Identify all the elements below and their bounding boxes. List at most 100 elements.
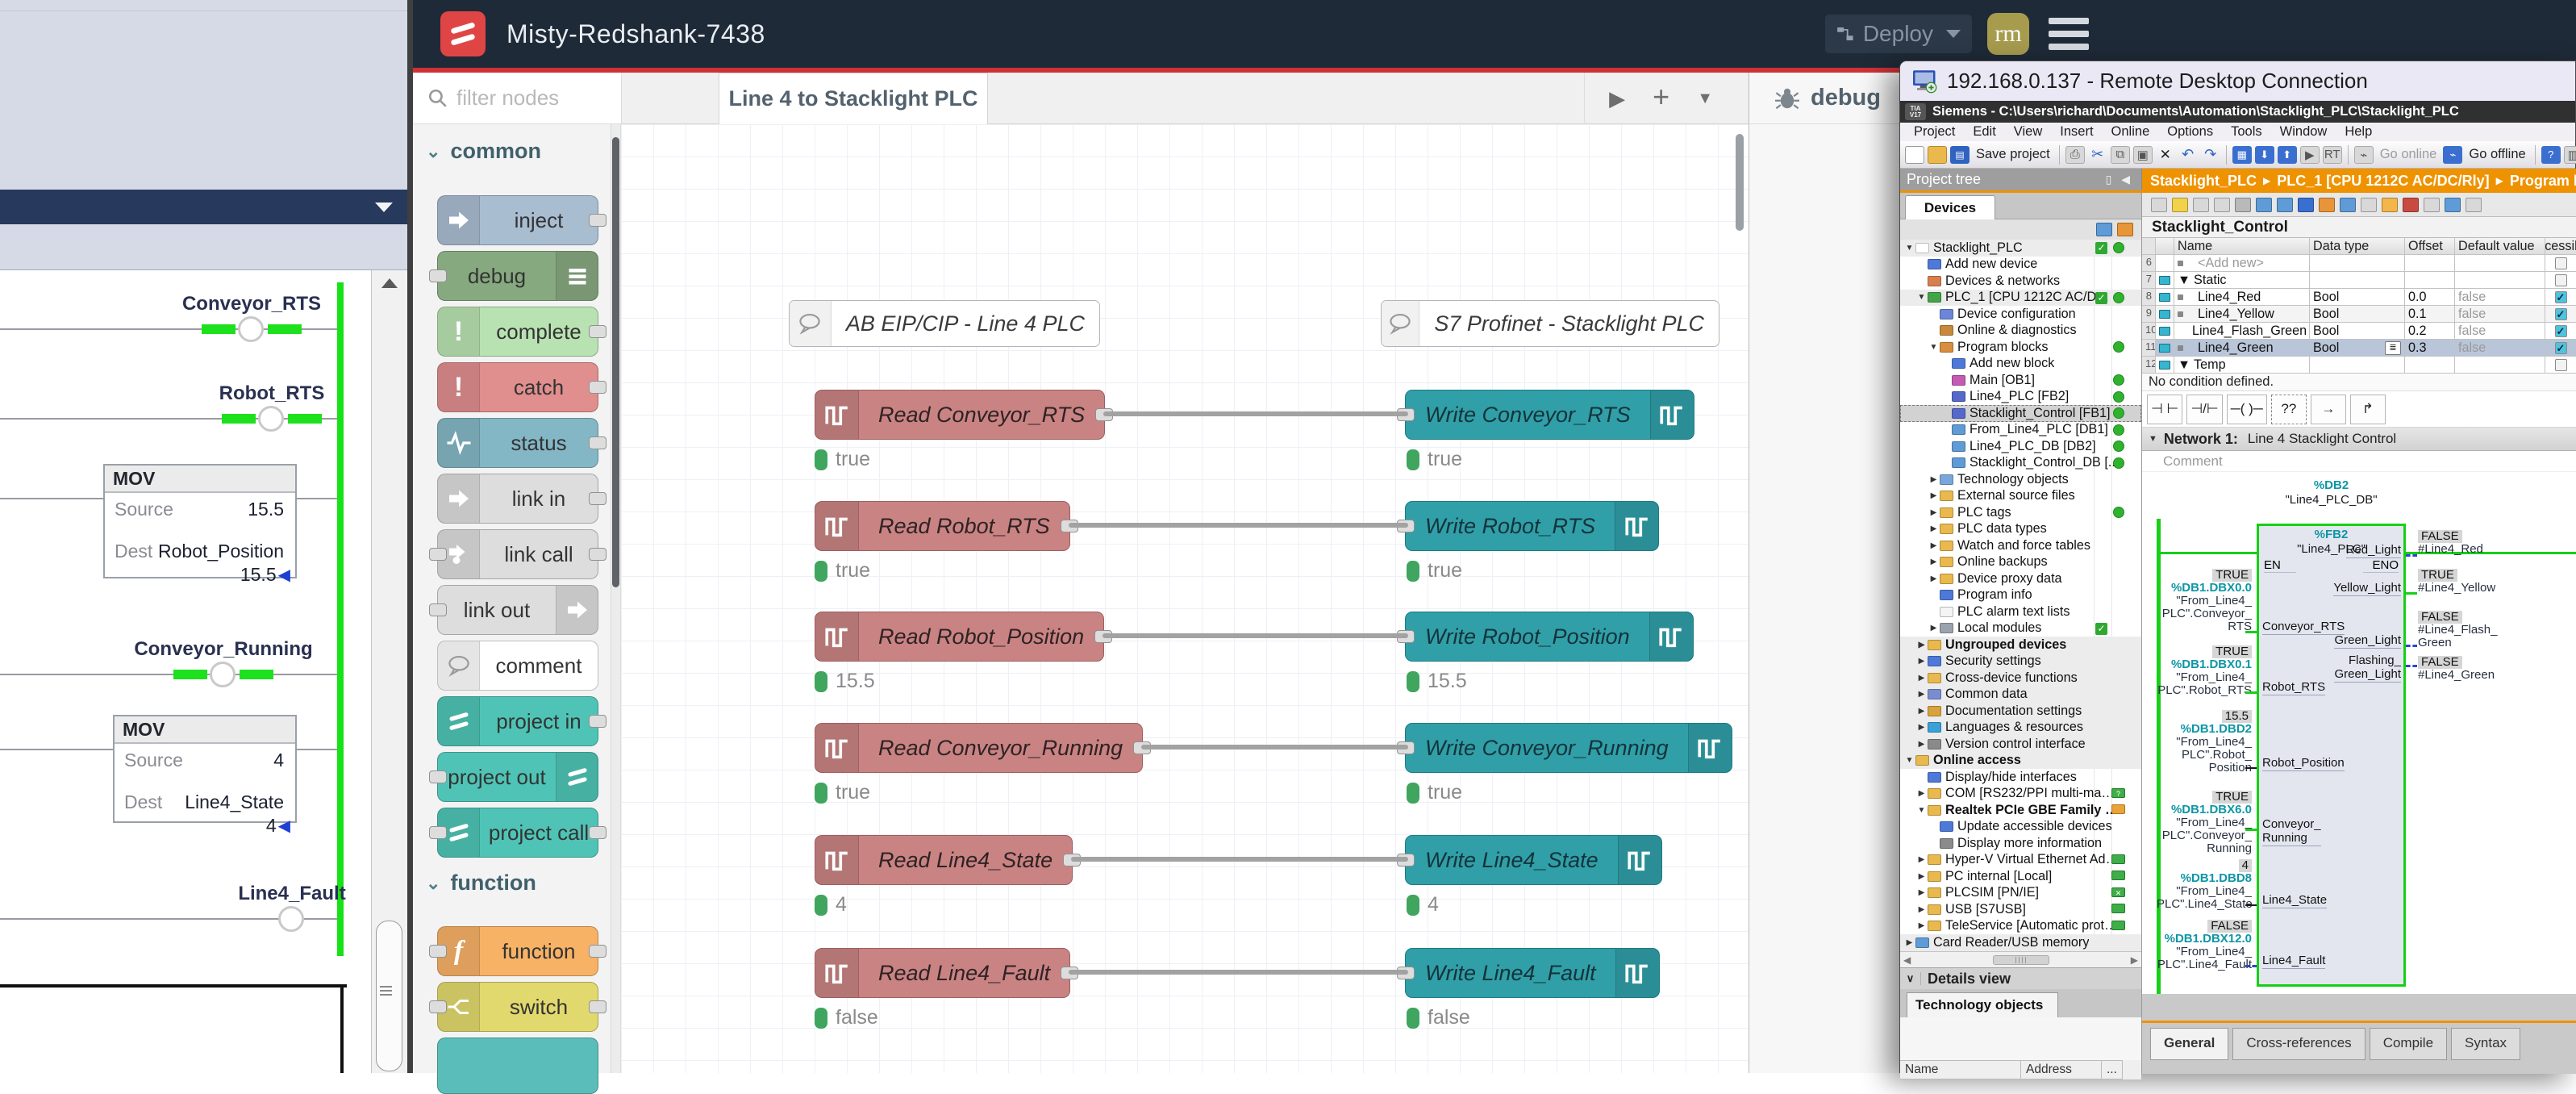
tree-item[interactable]: ▶Common data	[1900, 687, 2141, 704]
checkbox-unchecked[interactable]	[2555, 274, 2567, 286]
palette-node-project-in[interactable]: project in	[437, 696, 598, 746]
cell-name[interactable]: Line4_Yellow	[2174, 306, 2310, 323]
expand-icon[interactable]: ▶	[1915, 707, 1928, 716]
group-collapse-icon[interactable]: ▼	[2178, 273, 2190, 288]
scroll-right-icon[interactable]: ▶	[2131, 954, 2138, 966]
breadcrumb-segment[interactable]: PLC_1 [CPU 1212C AC/DC/Rly]	[2277, 173, 2489, 190]
datatype-picker-button[interactable]: ≣	[2385, 341, 2401, 355]
table-row[interactable]: 7▼Static	[2142, 272, 2576, 289]
filter-nodes-input[interactable]	[456, 86, 610, 111]
panel-pin-icons[interactable]: ▯ ◀	[2106, 173, 2133, 186]
palette-node-link-in[interactable]: link in	[437, 474, 598, 524]
tree-item[interactable]: ▶PLC tags	[1900, 504, 2141, 521]
menu-view[interactable]: View	[2005, 124, 2051, 140]
go-online-label[interactable]: Go online	[2380, 147, 2437, 162]
output-port[interactable]	[589, 715, 606, 728]
palette-section-function[interactable]: ⌄function	[426, 871, 536, 896]
scrollbar-thumb[interactable]	[376, 921, 402, 1071]
expand-icon[interactable]: ▶	[1915, 723, 1928, 732]
palette-scrollbar[interactable]	[611, 124, 621, 1073]
editor-tool-icon[interactable]	[2361, 198, 2377, 212]
palette-node-link-out[interactable]: link out	[437, 585, 598, 635]
checkbox-checked[interactable]: ✓	[2555, 325, 2567, 337]
tree-item[interactable]: ▶Security settings	[1900, 653, 2141, 670]
network-header[interactable]: ▼ Network 1: Line 4 Stacklight Control	[2142, 428, 2576, 451]
chevron-down-icon[interactable]: ⌄	[426, 873, 440, 894]
checkbox-checked[interactable]: ✓	[2555, 342, 2567, 354]
palette-node-partial[interactable]	[437, 1038, 598, 1094]
output-port[interactable]	[589, 945, 606, 958]
menu-online[interactable]: Online	[2103, 124, 2159, 140]
table-row[interactable]: 12▼Temp	[2142, 357, 2576, 374]
rt-icon[interactable]: RT	[2323, 146, 2342, 164]
palette-node-function[interactable]: ffunction	[437, 926, 598, 976]
cell-name[interactable]: <Add new>	[2174, 255, 2310, 272]
tree-item[interactable]: ▶TeleService [Automatic protoco...	[1900, 918, 2141, 935]
tree-item[interactable]: ▶USB [S7USB]	[1900, 901, 2141, 918]
input-port[interactable]	[429, 770, 447, 783]
cell-datatype[interactable]: Bool≣	[2310, 340, 2405, 357]
start-cpu-icon[interactable]: ▶	[2300, 146, 2320, 164]
output-port[interactable]	[589, 436, 606, 449]
avatar[interactable]: rm	[1987, 13, 2029, 55]
delete-icon[interactable]: ✕	[2156, 146, 2175, 164]
table-row[interactable]: 10Line4_Flash_GreenBool0.2false✓	[2142, 323, 2576, 340]
expand-icon[interactable]: ▶	[1928, 557, 1940, 566]
tia-titlebar[interactable]: TIAV17 Siemens - C:\Users\richard\Docume…	[1900, 101, 2575, 123]
breadcrumb-segment[interactable]: Stacklight_PLC	[2150, 173, 2257, 190]
deploy-button[interactable]: Deploy	[1825, 15, 1972, 53]
expand-icon[interactable]: ▶	[1928, 541, 1940, 550]
input-port[interactable]	[429, 1000, 447, 1013]
collapse-icon[interactable]: ▼	[1903, 756, 1915, 765]
output-port[interactable]	[589, 826, 606, 839]
editor-tool-icon[interactable]	[2382, 198, 2398, 212]
breadcrumb-segment[interactable]: Program blocks	[2510, 173, 2576, 190]
output-port[interactable]	[589, 381, 606, 394]
write-node[interactable]: Write Line4_Fault	[1405, 948, 1660, 998]
output-port[interactable]	[589, 325, 606, 338]
expand-icon[interactable]: ▶	[1915, 855, 1928, 864]
write-node[interactable]: Write Robot_RTS	[1405, 501, 1659, 551]
checkbox-checked[interactable]: ✓	[2555, 308, 2567, 320]
lad-network-canvas[interactable]: %DB2"Line4_PLC_DB"%FB2"Line4_PLC"ENENOTR…	[2142, 472, 2576, 994]
expand-icon[interactable]: ▶	[1915, 905, 1928, 914]
contact-tag-label[interactable]: Conveyor_RTS	[182, 293, 321, 315]
tree-item[interactable]: Main [OB1]	[1900, 372, 2141, 389]
contact-icon[interactable]	[238, 316, 264, 342]
editor-tool-icon[interactable]	[2340, 198, 2356, 212]
go-online-icon[interactable]: ⌁	[2354, 146, 2374, 164]
flow-tab[interactable]: Line 4 to Stacklight PLC	[719, 73, 988, 124]
palette-node-switch[interactable]: switch	[437, 982, 598, 1032]
palette-node-catch[interactable]: !catch	[437, 362, 598, 412]
editor-tool-icon[interactable]	[2235, 198, 2251, 212]
editor-tool-icon[interactable]	[2277, 198, 2293, 212]
menu-edit[interactable]: Edit	[1964, 124, 2004, 140]
tree-item[interactable]: ▶Watch and force tables	[1900, 537, 2141, 554]
tree-item[interactable]: ▶PLC data types	[1900, 521, 2141, 538]
tab-devices[interactable]: Devices	[1905, 195, 1995, 219]
cell-name[interactable]: Line4_Green	[2174, 340, 2310, 357]
redo-icon[interactable]: ↷	[2201, 146, 2220, 164]
palette-node-link-call[interactable]: link call	[437, 529, 598, 579]
tab-technology-objects[interactable]: Technology objects	[1907, 992, 2058, 1017]
input-port[interactable]	[429, 269, 447, 282]
palette-section-common[interactable]: ⌄common	[426, 139, 541, 164]
contact-icon[interactable]	[278, 906, 304, 932]
expand-icon[interactable]: ▶	[1928, 475, 1940, 484]
tree-item[interactable]: Add new block	[1900, 356, 2141, 373]
cell-accessible[interactable]: ✓	[2545, 323, 2576, 340]
palette-node-project-call[interactable]: project call	[437, 808, 598, 858]
table-row[interactable]: 8Line4_RedBool0.0false✓	[2142, 289, 2576, 306]
network-comment[interactable]: Comment	[2142, 451, 2576, 472]
tree-item[interactable]: ▶PC internal [Local]	[1900, 868, 2141, 885]
print-icon[interactable]: ⎙	[2065, 146, 2085, 164]
debug-tab-label[interactable]: debug	[1811, 85, 1881, 111]
collapsed-panel-bar[interactable]	[0, 190, 407, 224]
network-collapse-icon[interactable]: ▼	[2149, 434, 2157, 444]
tree-item[interactable]: Stacklight_Control_DB [...	[1900, 455, 2141, 472]
chevron-down-icon[interactable]	[375, 203, 393, 212]
checkbox-unchecked[interactable]	[2555, 257, 2567, 269]
tree-item[interactable]: ▶Online backups	[1900, 554, 2141, 571]
scroll-left-icon[interactable]: ◀	[1903, 954, 1911, 966]
group-collapse-icon[interactable]: ▼	[2178, 357, 2190, 373]
